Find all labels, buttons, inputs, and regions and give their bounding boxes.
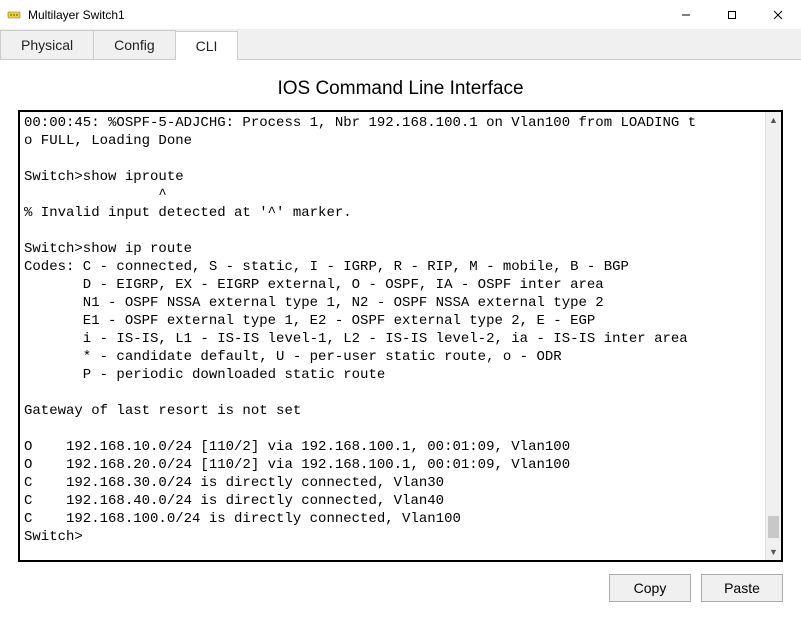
button-row: Copy Paste xyxy=(18,574,783,602)
tab-cli[interactable]: CLI xyxy=(175,31,239,60)
minimize-button[interactable] xyxy=(663,0,709,29)
tab-bar: Physical Config CLI xyxy=(0,30,801,60)
scroll-up-arrow[interactable]: ▲ xyxy=(766,112,781,128)
window-titlebar: Multilayer Switch1 xyxy=(0,0,801,30)
paste-button[interactable]: Paste xyxy=(701,574,783,602)
tab-physical[interactable]: Physical xyxy=(0,30,94,59)
maximize-button[interactable] xyxy=(709,0,755,29)
window-title: Multilayer Switch1 xyxy=(28,8,663,22)
scroll-track[interactable] xyxy=(766,128,781,544)
close-button[interactable] xyxy=(755,0,801,29)
scrollbar-vertical[interactable]: ▲ ▼ xyxy=(765,112,781,560)
scroll-thumb[interactable] xyxy=(768,516,779,538)
copy-button[interactable]: Copy xyxy=(609,574,691,602)
terminal-output[interactable]: 00:00:45: %OSPF-5-ADJCHG: Process 1, Nbr… xyxy=(20,112,765,560)
window-controls xyxy=(663,0,801,29)
app-icon xyxy=(6,7,22,23)
content-area: IOS Command Line Interface 00:00:45: %OS… xyxy=(0,60,801,616)
scroll-down-arrow[interactable]: ▼ xyxy=(766,544,781,560)
cli-heading: IOS Command Line Interface xyxy=(18,72,783,110)
terminal-container: 00:00:45: %OSPF-5-ADJCHG: Process 1, Nbr… xyxy=(18,110,783,562)
tab-config[interactable]: Config xyxy=(93,30,175,59)
